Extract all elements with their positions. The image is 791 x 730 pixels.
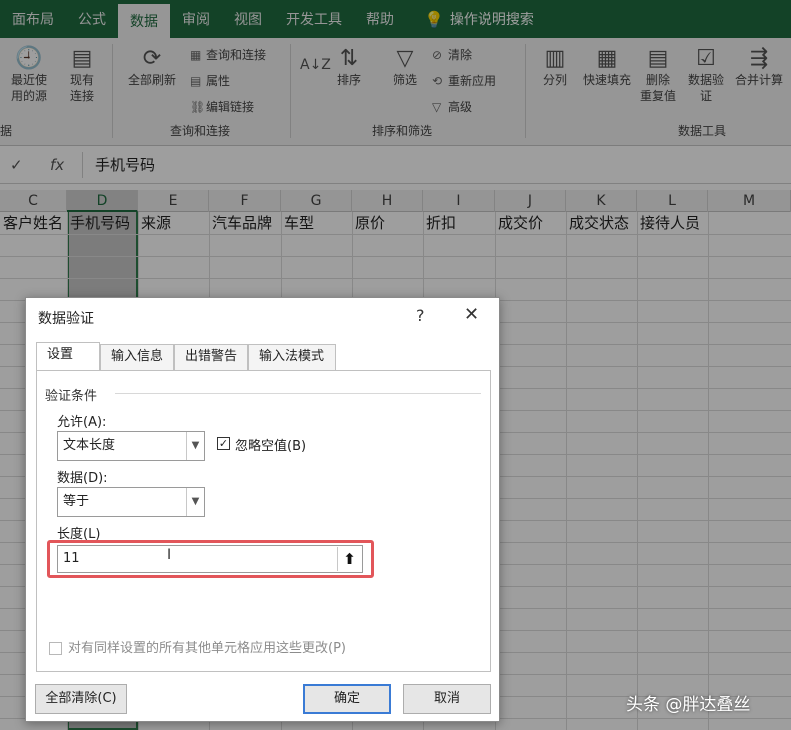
apply-all-checkbox — [49, 642, 62, 655]
ignore-blank-label[interactable]: 忽略空值(B) — [235, 435, 306, 454]
tab-input-message[interactable]: 输入信息 — [100, 344, 174, 370]
tab-error-alert[interactable]: 出错警告 — [174, 344, 248, 370]
length-input-value: 11 — [63, 551, 80, 566]
ignore-blank-checkbox[interactable]: ✓ — [217, 437, 230, 450]
tab-settings[interactable]: 设置 — [36, 342, 100, 370]
validation-criteria-heading: 验证条件 — [45, 389, 98, 404]
data-label: 数据(D): — [57, 471, 108, 486]
apply-all-label: 对有同样设置的所有其他单元格应用这些更改(P) — [68, 641, 346, 656]
cancel-button[interactable]: 取消 — [403, 684, 491, 714]
close-button[interactable]: ✕ — [464, 304, 479, 325]
data-select[interactable]: 等于 ▼ — [57, 487, 205, 517]
allow-label: 允许(A): — [57, 415, 107, 430]
section-divider — [115, 393, 481, 394]
clear-all-button[interactable]: 全部清除(C) — [35, 684, 127, 714]
data-select-value: 等于 — [63, 494, 90, 509]
ok-button[interactable]: 确定 — [303, 684, 391, 714]
allow-select[interactable]: 文本长度 ▼ — [57, 431, 205, 461]
help-button[interactable]: ? — [416, 306, 425, 325]
range-select-icon[interactable]: ⬆ — [337, 547, 361, 571]
data-validation-dialog: 数据验证 ? ✕ 设置 输入信息 出错警告 输入法模式 验证条件 允许(A): … — [25, 297, 500, 722]
apply-all-option: 对有同样设置的所有其他单元格应用这些更改(P) — [49, 637, 346, 656]
allow-select-value: 文本长度 — [63, 438, 116, 453]
chevron-down-icon[interactable]: ▼ — [186, 488, 204, 516]
watermark: 头条 @胖达叠丝 — [626, 695, 751, 715]
dialog-title: 数据验证 — [38, 311, 94, 327]
text-cursor-icon: I — [167, 547, 172, 563]
length-input[interactable]: 11 ⬆ — [57, 545, 363, 573]
chevron-down-icon[interactable]: ▼ — [186, 432, 204, 460]
settings-panel: 验证条件 允许(A): 文本长度 ▼ ✓ 忽略空值(B) 数据(D): 等于 ▼… — [36, 370, 491, 672]
tab-ime-mode[interactable]: 输入法模式 — [248, 344, 336, 370]
